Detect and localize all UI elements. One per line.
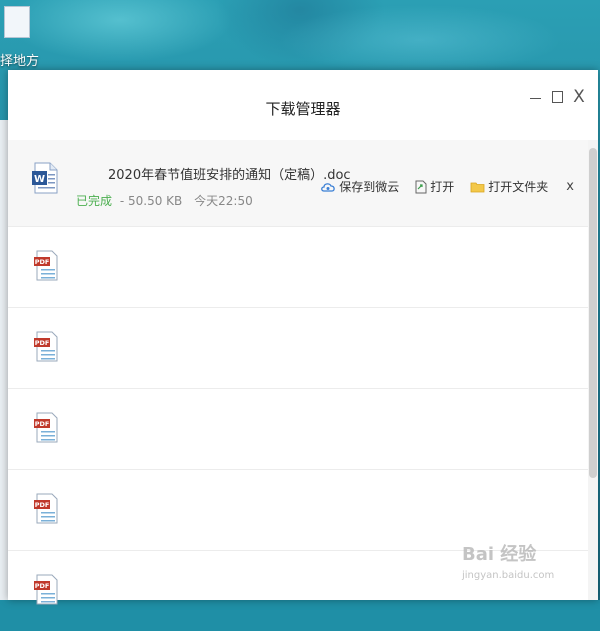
close-button[interactable]: X — [570, 88, 588, 106]
save-to-weiyun-button[interactable]: 保存到微云 — [320, 178, 399, 195]
pdf-file-icon: PDF — [34, 493, 58, 524]
watermark-url: jingyan.baidu.com — [462, 570, 555, 581]
remove-item-button[interactable]: x — [566, 179, 574, 194]
item-actions: 保存到微云 打开 打开文件夹 x — [304, 178, 574, 195]
baidu-jingyan-watermark: Bai 经验 jingyan.baidu.com — [462, 540, 592, 590]
svg-text:PDF: PDF — [35, 420, 50, 428]
download-item-pdf[interactable]: PDF — [8, 307, 588, 388]
word-doc-icon: W — [32, 162, 58, 194]
meta-separator: - — [119, 194, 125, 208]
open-file-button[interactable]: 打开 — [415, 178, 454, 195]
download-item-pdf[interactable]: PDF — [8, 388, 588, 469]
svg-text:PDF: PDF — [35, 339, 50, 347]
folder-icon — [470, 182, 485, 192]
desktop-icon-label: 择地方 — [0, 54, 40, 69]
desktop-file-icon[interactable] — [4, 6, 30, 38]
open-folder-button[interactable]: 打开文件夹 — [470, 178, 548, 195]
svg-text:PDF: PDF — [35, 258, 50, 266]
svg-text:W: W — [34, 174, 45, 185]
download-list: W 2020年春节值班安排的通知（定稿）.doc 已完成 - 50.50 KB … — [8, 140, 588, 605]
background-window-edge — [0, 120, 8, 600]
download-item-doc[interactable]: W 2020年春节值班安排的通知（定稿）.doc 已完成 - 50.50 KB … — [8, 140, 588, 226]
maximize-button[interactable] — [548, 88, 566, 106]
open-file-icon — [415, 180, 427, 193]
open-file-label: 打开 — [430, 180, 455, 194]
maximize-icon — [551, 91, 563, 103]
status-text: 已完成 — [76, 194, 113, 208]
pdf-file-icon: PDF — [34, 412, 58, 443]
download-item-pdf[interactable]: PDF — [8, 469, 588, 550]
file-size: 50.50 KB — [128, 194, 183, 208]
pdf-file-icon: PDF — [34, 574, 58, 605]
window-title: 下载管理器 — [265, 100, 341, 118]
minimize-icon — [529, 98, 541, 99]
watermark-main-text: Bai 经验 — [462, 544, 537, 565]
pdf-file-icon: PDF — [34, 331, 58, 362]
pdf-file-icon: PDF — [34, 250, 58, 281]
vertical-scrollbar[interactable] — [588, 140, 598, 600]
download-time: 今天22:50 — [194, 194, 253, 208]
download-item-pdf[interactable]: PDF — [8, 226, 588, 307]
svg-text:PDF: PDF — [35, 501, 50, 509]
minimize-button[interactable] — [526, 88, 544, 106]
cloud-icon — [321, 182, 336, 192]
save-to-weiyun-label: 保存到微云 — [339, 180, 400, 194]
titlebar: 下载管理器 X — [8, 70, 598, 140]
svg-text:PDF: PDF — [35, 582, 50, 590]
file-meta: 已完成 - 50.50 KB 今天22:50 — [76, 192, 253, 209]
scrollbar-thumb[interactable] — [589, 148, 597, 478]
open-folder-label: 打开文件夹 — [488, 180, 549, 194]
download-manager-window: 下载管理器 X W 2020年春节值班安排的通知（定稿）.doc 已完成 - 5… — [8, 70, 598, 605]
